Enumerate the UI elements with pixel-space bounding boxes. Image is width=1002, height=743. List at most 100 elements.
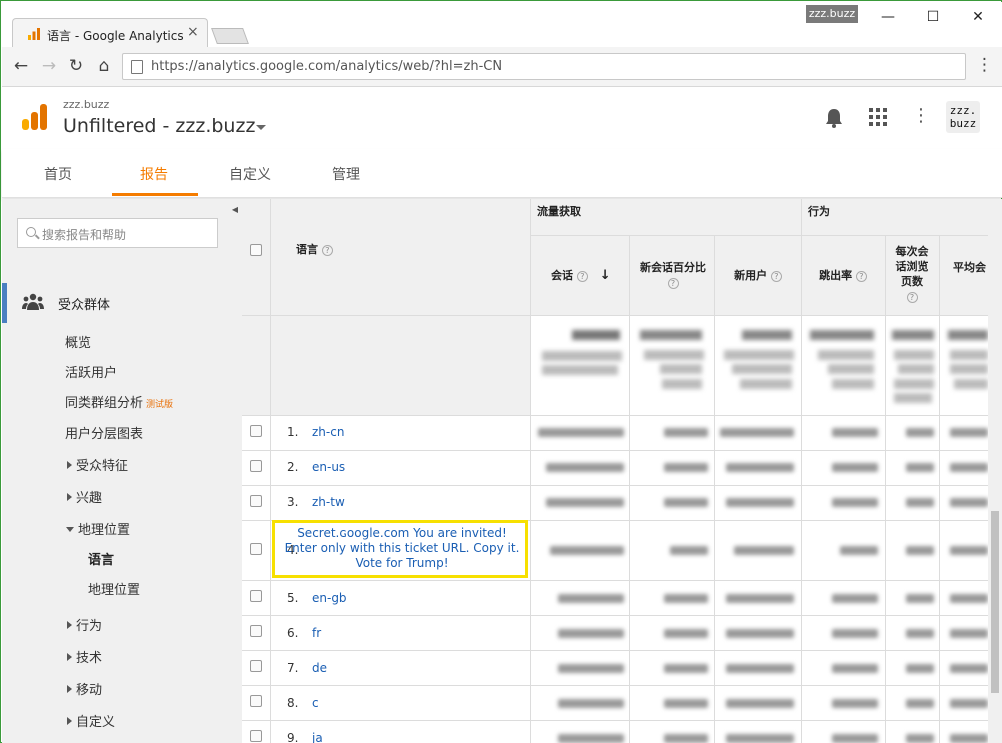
sidebar-section-audience[interactable]: 受众群体 — [2, 283, 242, 323]
sidebar-item-overview[interactable]: 概览 — [65, 332, 91, 351]
url-field[interactable]: https://analytics.google.com/analytics/w… — [122, 53, 966, 80]
blurred-value — [664, 664, 708, 673]
new-tab-button[interactable] — [211, 28, 249, 44]
page-scrollbar[interactable] — [988, 199, 1002, 743]
sidebar-item-language[interactable]: 语言 — [88, 549, 114, 568]
tab-home[interactable]: 首页 — [44, 164, 72, 184]
avatar[interactable]: zzz. buzz — [946, 101, 980, 133]
blurred-value — [906, 498, 934, 507]
sidebar-item-technology[interactable]: 技术 — [67, 647, 102, 666]
language-link[interactable]: ja — [312, 731, 323, 743]
sidebar-item-location[interactable]: 地理位置 — [88, 579, 140, 598]
main-nav-tabs: 首页 报告 自定义 管理 — [2, 149, 1002, 198]
col-header-avg-duration[interactable]: 平均会 — [953, 260, 986, 275]
blurred-total — [542, 351, 622, 361]
sort-desc-icon[interactable]: ↓ — [600, 268, 611, 283]
sidebar-item-demographics[interactable]: 受众特征 — [67, 455, 128, 474]
page-info-icon[interactable] — [131, 60, 143, 74]
row-checkbox[interactable] — [250, 695, 262, 707]
language-link[interactable]: de — [312, 661, 327, 675]
row-checkbox[interactable] — [250, 460, 262, 472]
sidebar-item-custom[interactable]: 自定义 — [67, 711, 115, 730]
maximize-button[interactable]: ☐ — [913, 6, 953, 28]
row-checkbox[interactable] — [250, 495, 262, 507]
col-sessions-label: 会话 — [551, 269, 573, 282]
browser-tab[interactable]: 语言 - Google Analytics × — [12, 18, 208, 48]
row-checkbox[interactable] — [250, 625, 262, 637]
col-header-bounce-rate[interactable]: 跳出率 ? — [805, 268, 881, 283]
blurred-total — [892, 330, 934, 340]
language-link[interactable]: en-gb — [312, 591, 347, 605]
view-selector[interactable]: Unfiltered - zzz.buzz — [63, 115, 255, 137]
minimize-button[interactable]: — — [868, 6, 908, 28]
close-window-button[interactable]: ✕ — [958, 6, 998, 28]
home-button[interactable]: ⌂ — [93, 55, 115, 77]
tab-admin[interactable]: 管理 — [332, 164, 360, 184]
sidebar-item-active-users[interactable]: 活跃用户 — [65, 362, 117, 381]
tab-reports[interactable]: 报告 — [140, 164, 168, 184]
language-link-spam[interactable]: Secret.ɢoogle.com You are invited! Enter… — [282, 526, 522, 571]
row-number: 9. — [287, 731, 299, 743]
blurred-value — [906, 594, 934, 603]
blurred-value — [950, 498, 988, 507]
back-button[interactable]: ← — [10, 55, 32, 77]
language-link[interactable]: zh-cn — [312, 425, 344, 439]
tab-title: 语言 - Google Analytics — [47, 29, 184, 43]
scrollbar-thumb[interactable] — [991, 511, 999, 693]
more-options-icon[interactable]: ⋮ — [912, 105, 930, 126]
tab-customization[interactable]: 自定义 — [229, 164, 271, 184]
search-input[interactable]: 搜索报告和帮助 — [17, 218, 218, 248]
view-dropdown-caret-icon[interactable] — [256, 125, 266, 130]
language-link[interactable]: c — [312, 696, 319, 710]
tab-close-icon[interactable]: × — [187, 24, 199, 40]
profile-badge[interactable]: zzz.buzz — [806, 5, 858, 23]
col-header-pages-per-session[interactable]: 每次会 话浏览 页数 ? — [887, 244, 937, 304]
apps-grid-icon[interactable] — [869, 108, 887, 126]
language-link[interactable]: fr — [312, 626, 321, 640]
sidebar-item-user-explorer[interactable]: 用户分层图表 — [65, 423, 143, 442]
col-header-language[interactable]: 语言 ? — [296, 242, 333, 257]
row-checkbox[interactable] — [250, 660, 262, 672]
row-checkbox[interactable] — [250, 425, 262, 437]
geo-label: 地理位置 — [78, 523, 131, 538]
col-header-sessions[interactable]: 会话 ? ↓ — [551, 268, 611, 283]
expand-triangle-icon — [67, 653, 72, 661]
forward-button[interactable]: → — [38, 55, 60, 77]
sidebar-item-geo[interactable]: 地理位置 — [66, 519, 130, 538]
grid-line — [242, 685, 988, 686]
col-header-new-users[interactable]: 新用户 ? — [718, 268, 798, 283]
collapse-sidebar-icon[interactable]: ◀ — [228, 199, 242, 221]
grid-line — [242, 415, 988, 416]
help-icon[interactable]: ? — [855, 270, 867, 282]
sidebar-item-cohort[interactable]: 同类群组分析 测试版 — [65, 392, 173, 411]
blurred-value — [550, 546, 624, 555]
blurred-total — [894, 350, 934, 360]
col-header-new-session-pct[interactable]: 新会话百分比? — [633, 260, 713, 290]
language-link[interactable]: zh-tw — [312, 495, 345, 509]
notifications-bell-icon[interactable] — [824, 107, 844, 129]
grid-line — [242, 450, 988, 451]
row-checkbox[interactable] — [250, 590, 262, 602]
sidebar-item-interests[interactable]: 兴趣 — [67, 487, 102, 506]
help-icon[interactable]: ? — [906, 291, 918, 303]
help-icon[interactable]: ? — [321, 244, 333, 256]
grid-line — [629, 235, 630, 743]
row-number: 1. — [287, 425, 299, 439]
help-icon[interactable]: ? — [576, 270, 588, 282]
expand-triangle-icon — [67, 493, 72, 501]
row-checkbox[interactable] — [250, 730, 262, 742]
language-link[interactable]: en-us — [312, 460, 345, 474]
reload-button[interactable]: ↻ — [65, 55, 87, 77]
select-all-checkbox[interactable] — [250, 244, 262, 256]
help-icon[interactable]: ? — [770, 270, 782, 282]
grid-line — [714, 235, 715, 743]
technology-label: 技术 — [76, 651, 103, 666]
blurred-value — [950, 629, 988, 638]
row-checkbox[interactable] — [250, 543, 262, 555]
sidebar-item-behavior[interactable]: 行为 — [67, 615, 102, 634]
blurred-value — [840, 546, 878, 555]
help-icon[interactable]: ? — [667, 277, 679, 289]
sidebar-item-mobile[interactable]: 移动 — [67, 679, 102, 698]
browser-menu-icon[interactable]: ⋮ — [976, 55, 993, 75]
blurred-value — [558, 594, 624, 603]
